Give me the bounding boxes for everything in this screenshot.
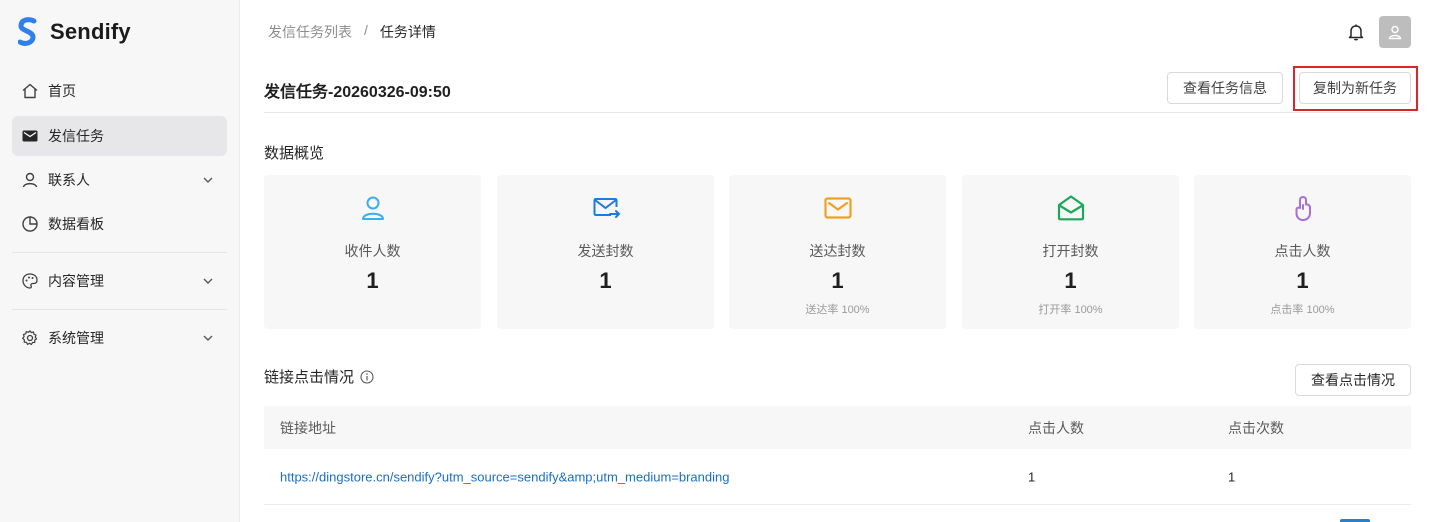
table-row: https://dingstore.cn/sendify?utm_source=… [264, 449, 1411, 505]
mail-icon [21, 127, 39, 145]
stat-card-opened: 打开封数 1 打开率 100% [962, 175, 1179, 329]
stat-rate: 打开率 100% [1038, 304, 1103, 316]
stat-card-recipients: 收件人数 1 [264, 175, 481, 329]
stat-label: 收件人数 [344, 243, 401, 259]
stat-card-delivered: 送达封数 1 送达率 100% [729, 175, 946, 329]
sidebar-divider [12, 252, 227, 253]
brand-name: Sendify [50, 19, 131, 44]
stat-value: 1 [1064, 268, 1077, 293]
avatar[interactable] [1379, 16, 1411, 48]
stat-label: 点击人数 [1274, 243, 1331, 259]
mail-delivered-icon [823, 197, 852, 219]
stat-value: 1 [831, 268, 844, 293]
mail-send-icon [593, 198, 620, 218]
mail-open-icon [1057, 195, 1084, 221]
sidebar-item-label: 首页 [48, 83, 76, 99]
sidebar-item-label: 发信任务 [48, 128, 104, 144]
sidebar-item-contacts[interactable]: 联系人 [12, 160, 227, 200]
home-icon [21, 82, 39, 100]
gear-icon [21, 329, 39, 347]
title-divider [264, 112, 1411, 113]
breadcrumb: 发信任务列表 / 任务详情 [268, 22, 436, 42]
links-table: 链接地址 点击人数 点击次数 https://dingstore.cn/send… [264, 406, 1411, 505]
sidebar-item-send-tasks[interactable]: 发信任务 [12, 116, 227, 156]
pie-chart-icon [21, 215, 39, 233]
user-icon [21, 171, 39, 189]
chevron-down-icon [203, 278, 213, 284]
page-title: 发信任务-20260326-09:50 [264, 84, 451, 101]
sidebar: Sendify 首页 发信任务 联系人 数据看板 内容管理 系统管理 [0, 0, 240, 522]
stat-label: 发送封数 [577, 243, 634, 259]
palette-icon [21, 272, 39, 290]
view-clicks-button[interactable]: 查看点击情况 [1295, 364, 1411, 396]
highlight-box [1293, 66, 1418, 111]
click-people-value: 1 [1028, 469, 1036, 484]
links-title-text: 链接点击情况 [264, 369, 355, 386]
app-root: Sendify 首页 发信任务 联系人 数据看板 内容管理 系统管理 发信任务列… [0, 0, 1441, 522]
sidebar-item-home[interactable]: 首页 [12, 71, 227, 111]
link-url[interactable]: https://dingstore.cn/sendify?utm_source=… [280, 469, 729, 484]
sidebar-item-content[interactable]: 内容管理 [12, 261, 227, 301]
chevron-down-icon [203, 177, 213, 183]
sidebar-divider [12, 309, 227, 310]
sendify-logo-icon [18, 17, 37, 46]
stat-value: 1 [366, 268, 379, 293]
sidebar-item-dashboard[interactable]: 数据看板 [12, 204, 227, 244]
stat-card-clicks: 点击人数 1 点击率 100% [1194, 175, 1411, 329]
stat-label: 送达封数 [809, 243, 866, 259]
click-icon [1295, 196, 1311, 221]
sidebar-item-label: 数据看板 [48, 216, 104, 232]
stat-label: 打开封数 [1042, 243, 1099, 259]
overview-title: 数据概览 [264, 145, 325, 162]
breadcrumb-link-task-list[interactable]: 发信任务列表 [268, 22, 352, 42]
column-header-count: 点击次数 [1228, 419, 1284, 436]
stat-value: 1 [1296, 268, 1309, 293]
sidebar-item-system[interactable]: 系统管理 [12, 318, 227, 358]
breadcrumb-current: 任务详情 [379, 24, 436, 40]
logo[interactable]: Sendify [18, 16, 131, 48]
stat-value: 1 [599, 268, 612, 293]
view-task-info-button[interactable]: 查看任务信息 [1167, 72, 1283, 104]
sidebar-item-label: 联系人 [48, 172, 90, 188]
info-icon[interactable] [360, 369, 374, 384]
sidebar-item-label: 内容管理 [48, 273, 104, 289]
user-avatar-icon [1388, 25, 1402, 40]
breadcrumb-separator: / [364, 22, 368, 38]
click-count-value: 1 [1228, 469, 1236, 484]
bell-icon[interactable] [1346, 22, 1366, 42]
column-header-url: 链接地址 [280, 419, 336, 436]
chevron-down-icon [203, 335, 213, 341]
recipient-icon [361, 196, 384, 220]
stat-rate: 点击率 100% [1270, 304, 1335, 316]
sidebar-item-label: 系统管理 [48, 330, 104, 346]
stat-card-sent: 发送封数 1 [497, 175, 714, 329]
stat-rate: 送达率 100% [805, 304, 870, 316]
column-header-people: 点击人数 [1028, 419, 1084, 436]
links-section-title: 链接点击情况 [264, 366, 374, 387]
table-header: 链接地址 点击人数 点击次数 [264, 406, 1411, 449]
